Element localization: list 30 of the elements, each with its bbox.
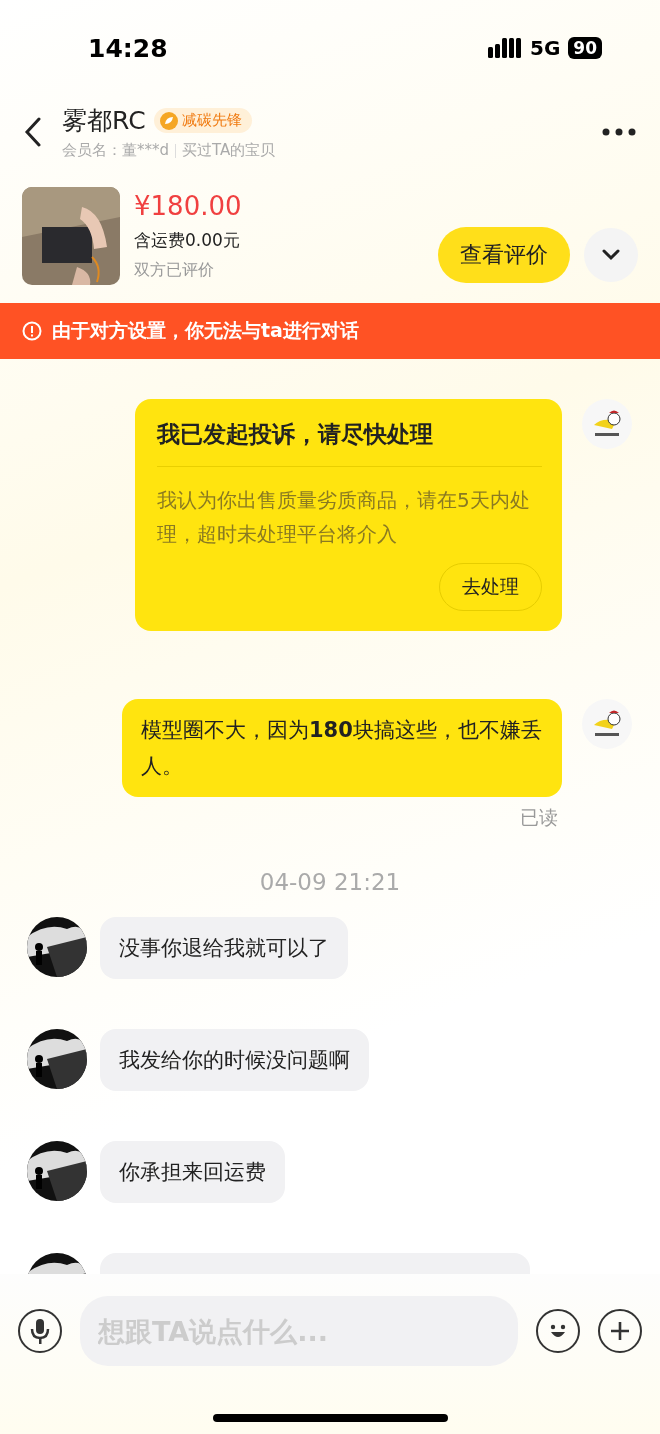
warning-icon — [22, 321, 42, 341]
timestamp: 04-09 21:21 — [259, 869, 401, 895]
plus-icon — [608, 1319, 632, 1343]
battery-level: 90 — [568, 37, 602, 59]
more-icon[interactable] — [602, 128, 636, 136]
network-label: 5G — [530, 36, 561, 60]
card-body: 我认为你出售质量劣质商品，请在5天内处理，超时未处理平台将介入 — [157, 487, 531, 548]
back-icon[interactable] — [24, 117, 42, 147]
message-bubble: 我发给你的时候没问题啊 — [100, 1029, 369, 1091]
carbon-badge: 减碳先锋 — [153, 108, 252, 133]
purchase-relation: 买过TA的宝贝 — [182, 141, 276, 160]
message-bubble: 你承担来回运费 — [100, 1141, 285, 1203]
review-status: 双方已评价 — [134, 259, 215, 281]
shop-name: 雾都RC — [62, 105, 146, 137]
shipping-fee: 含运费0.00元 — [134, 228, 241, 252]
status-time: 14:28 — [88, 33, 168, 63]
message-bubble: 没事你退给我就可以了 — [100, 917, 348, 979]
chevron-down-icon — [602, 248, 620, 261]
view-review-button[interactable]: 查看评价 — [438, 226, 570, 283]
add-button[interactable] — [598, 1309, 642, 1353]
notice-text: 由于对方设置，你无法与ta进行对话 — [52, 318, 359, 343]
voice-button[interactable] — [18, 1309, 62, 1353]
message-bubble: 模型圈不大，因为180块搞这些，也不嫌丢人。 — [122, 699, 562, 797]
read-receipt: 已读 — [520, 805, 558, 830]
microphone-icon — [29, 1317, 51, 1345]
signal-icon — [488, 38, 522, 58]
emoji-button[interactable] — [536, 1309, 580, 1353]
member-name: 会员名：董***d — [62, 141, 170, 160]
card-title: 我已发起投诉，请尽快处理 — [157, 419, 542, 467]
order-price: ¥180.00 — [134, 190, 243, 221]
